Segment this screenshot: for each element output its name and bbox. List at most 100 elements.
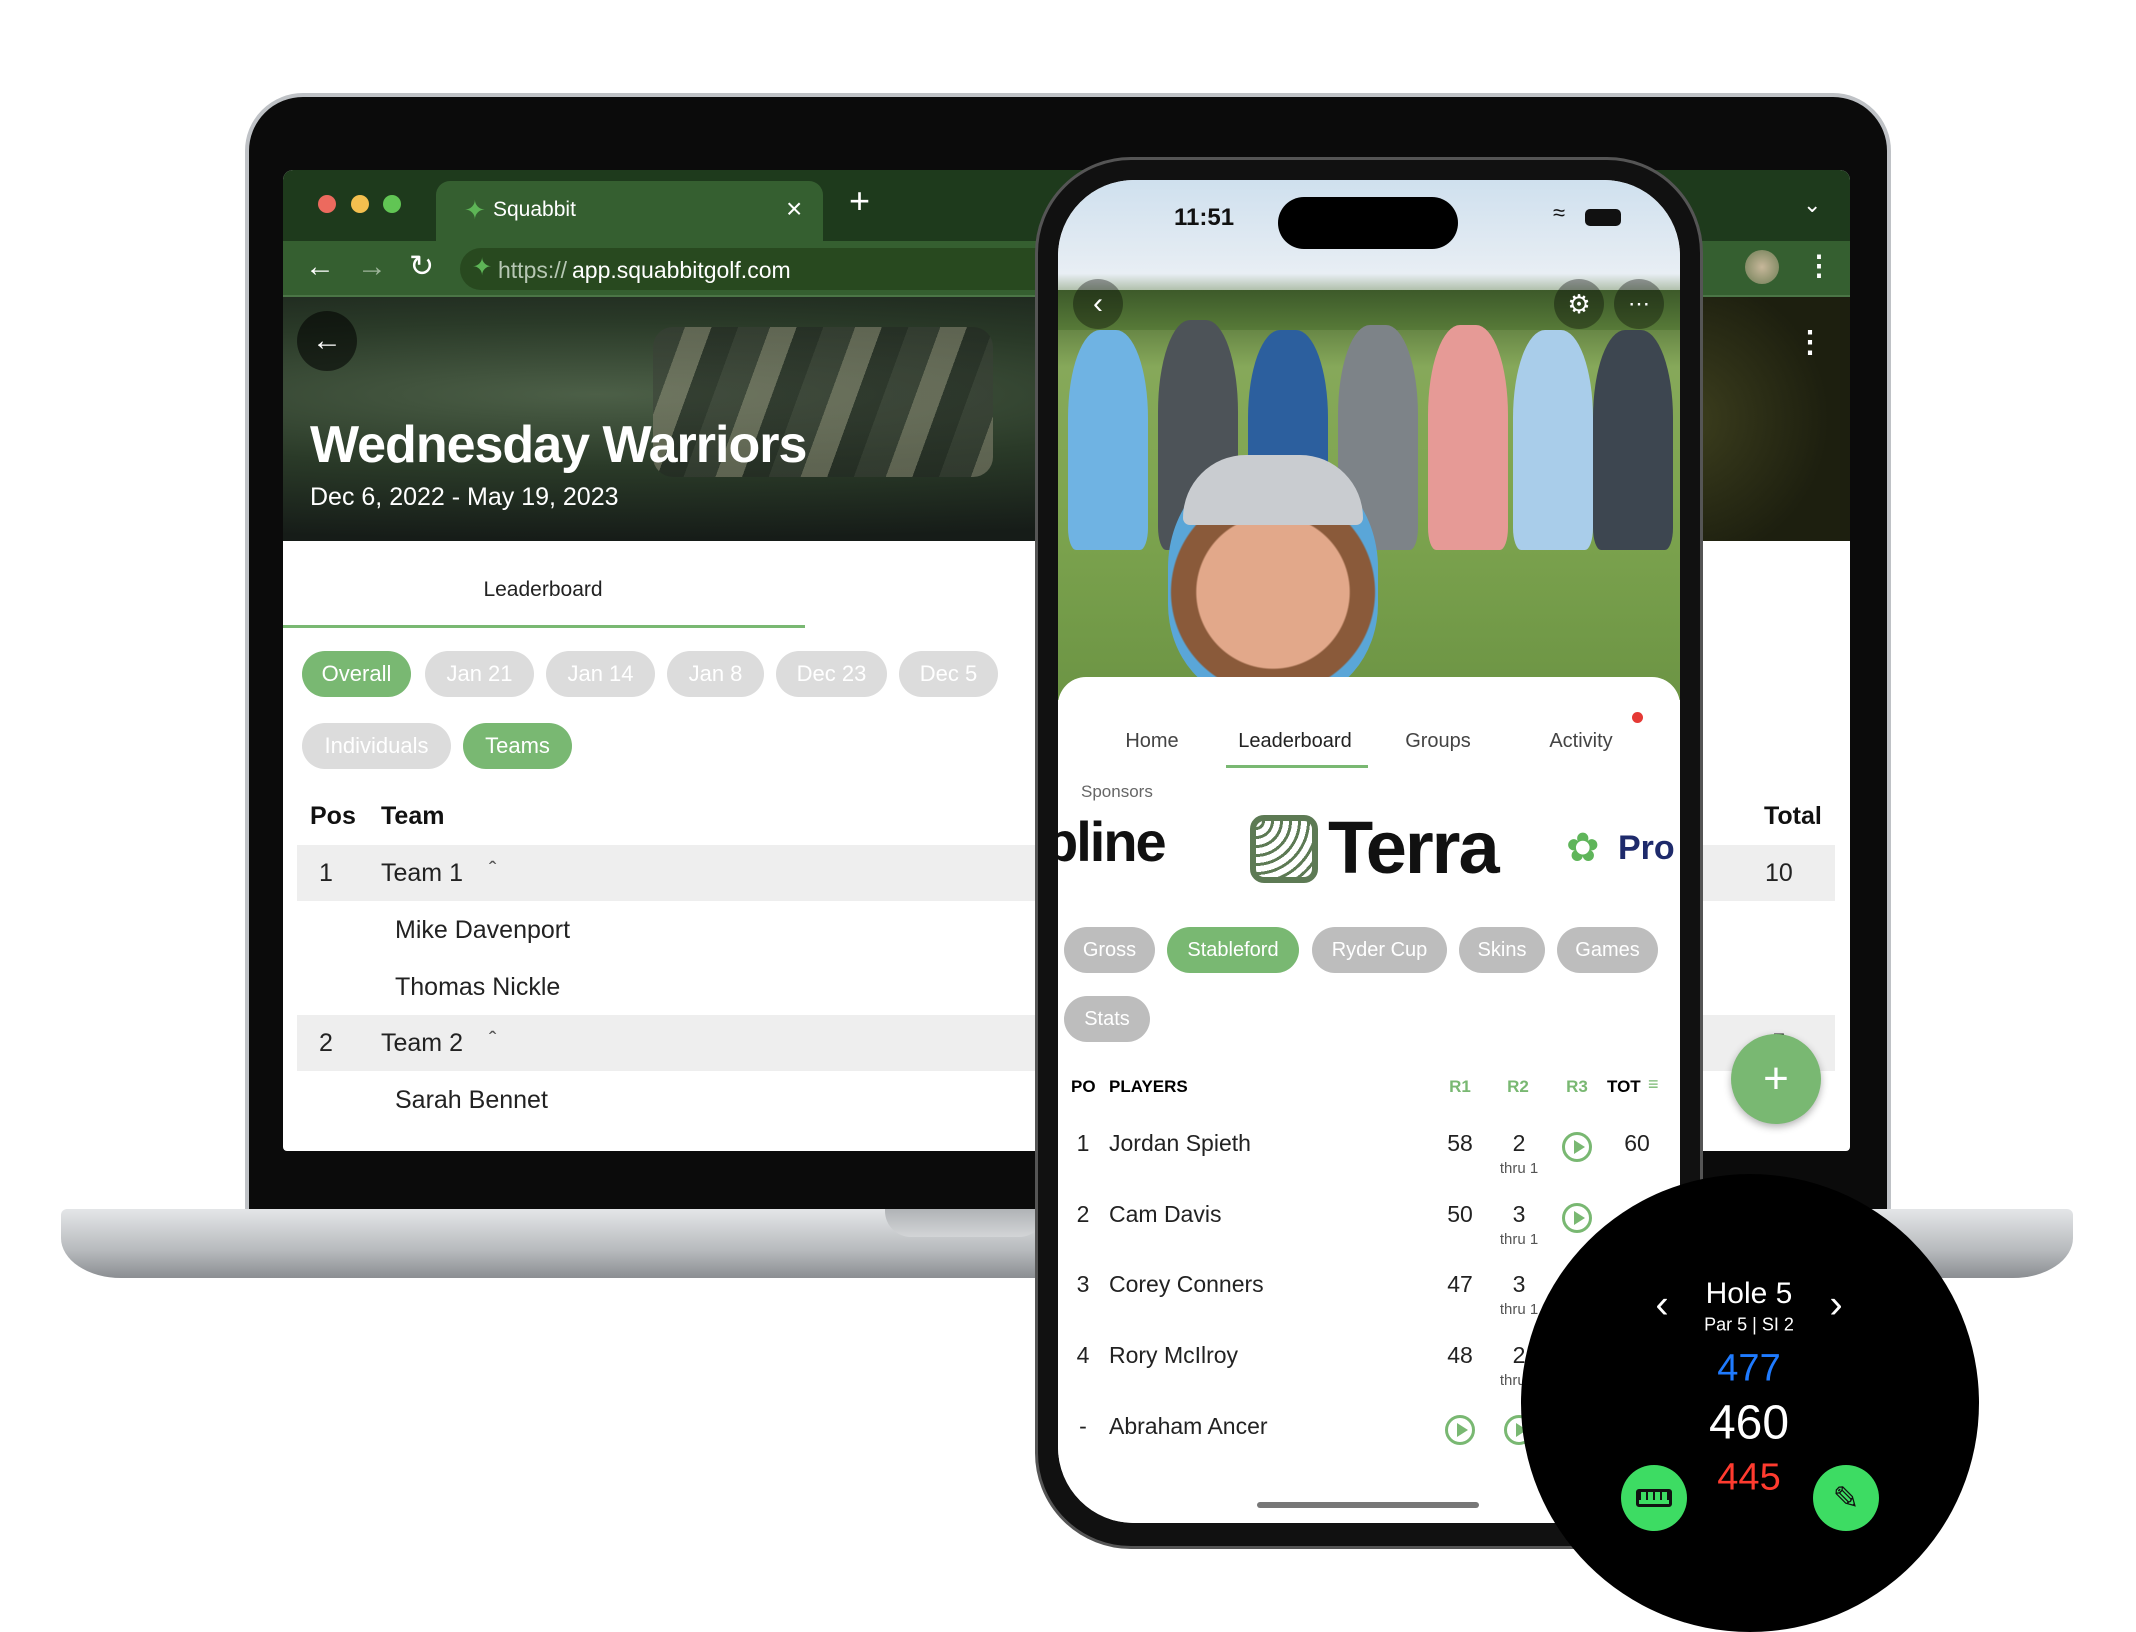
member-name: Mike Davenport [395, 916, 571, 944]
column-r2[interactable]: R2 [1507, 1077, 1529, 1097]
add-fab-button[interactable]: + [1731, 1034, 1821, 1124]
url-host: app.squabbitgolf.com [572, 257, 791, 283]
back-button[interactable]: ← [297, 311, 357, 371]
date-range: Dec 6, 2022 - May 19, 2023 [310, 483, 619, 511]
team-name: Team 1 [381, 859, 463, 887]
player-pos: 4 [1076, 1342, 1090, 1368]
terra-logo-icon [1250, 815, 1318, 883]
browser-tab[interactable]: ✦ Squabbit × [436, 181, 823, 241]
sponsor-logo[interactable]: Terra [1328, 805, 1500, 890]
tab-leaderboard[interactable]: Leaderboard [1238, 730, 1351, 753]
close-window-button[interactable] [318, 195, 336, 213]
round-chip-jan8[interactable]: Jan 8 [667, 651, 764, 697]
tab-groups[interactable]: Groups [1405, 730, 1471, 753]
round-chip-dec5[interactable]: Dec 5 [899, 651, 998, 697]
ruler-icon [1636, 1489, 1672, 1507]
laptop-notch [885, 1209, 1045, 1237]
player-pos: - [1079, 1413, 1087, 1439]
status-time: 11:51 [1174, 204, 1235, 231]
round-chip-overall[interactable]: Overall [302, 651, 411, 697]
format-chip-stats[interactable]: Stats [1064, 996, 1150, 1042]
reload-icon[interactable]: ↻ [409, 249, 434, 284]
column-r3[interactable]: R3 [1566, 1077, 1588, 1097]
player-row[interactable]: 1 Jordan Spieth 58 2 thru 1 60 [1058, 1130, 1680, 1190]
browser-menu-icon[interactable]: ⋮ [1805, 249, 1833, 282]
mode-chip-teams[interactable]: Teams [463, 723, 572, 769]
tab-leaderboard[interactable]: Leaderboard [483, 578, 602, 602]
team-total: 10 [1765, 859, 1793, 887]
wifi-icon: ≈ [1553, 200, 1566, 225]
back-icon[interactable]: ← [305, 250, 335, 284]
column-pos: Pos [310, 802, 356, 830]
score-r2-progress: thru 1 [1499, 1301, 1539, 1318]
round-chip-dec23[interactable]: Dec 23 [776, 651, 887, 697]
player-pos: 2 [1076, 1201, 1090, 1227]
dynamic-island [1278, 197, 1458, 249]
maximize-window-button[interactable] [383, 195, 401, 213]
previous-hole-icon[interactable]: ‹ [1655, 1283, 1668, 1328]
play-icon[interactable] [1562, 1203, 1592, 1233]
settings-gear-icon[interactable]: ⚙ [1554, 279, 1604, 329]
more-options-icon[interactable]: ⋯ [1614, 279, 1664, 329]
players-table-header: PO PLAYERS R1 R2 R3 TOT ≡ [1058, 1074, 1680, 1107]
middle-distance: 460 [1708, 1396, 1790, 1450]
sponsor-logo[interactable]: Pro [1618, 829, 1675, 868]
score-r1: 50 [1447, 1201, 1473, 1227]
score-r2: 3 [1512, 1201, 1526, 1227]
round-chip-jan21[interactable]: Jan 21 [425, 651, 534, 697]
group-photo: 11:51 ≈ ‹ ⚙ ⋯ [1058, 180, 1680, 700]
more-options-icon[interactable]: ⋮ [1795, 325, 1825, 360]
column-total: Total [1764, 802, 1822, 830]
round-chip-jan14[interactable]: Jan 14 [546, 651, 655, 697]
column-r1[interactable]: R1 [1449, 1077, 1471, 1097]
new-tab-button[interactable]: + [849, 180, 870, 222]
column-tot[interactable]: TOT [1607, 1077, 1641, 1097]
team-pos: 1 [319, 859, 333, 887]
mode-chip-individuals[interactable]: Individuals [302, 723, 451, 769]
player-pos: 1 [1076, 1130, 1090, 1156]
site-logo-icon: ✦ [472, 254, 493, 281]
member-name: Sarah Bennet [395, 1086, 548, 1114]
score-total: 60 [1624, 1130, 1650, 1156]
column-po: PO [1071, 1077, 1096, 1096]
tab-activity[interactable]: Activity [1549, 730, 1612, 753]
edit-score-button[interactable]: ✎ [1813, 1465, 1879, 1531]
front-distance: 445 [1717, 1456, 1781, 1499]
tab-list-chevron-icon[interactable]: ⌄ [1803, 192, 1821, 218]
minimize-window-button[interactable] [351, 195, 369, 213]
play-icon[interactable] [1562, 1132, 1592, 1162]
format-chip-skins[interactable]: Skins [1459, 927, 1545, 973]
back-button[interactable]: ‹ [1073, 279, 1123, 329]
close-tab-icon[interactable]: × [786, 193, 802, 225]
score-r1: 48 [1447, 1342, 1473, 1368]
score-r2-progress: thru 1 [1499, 1231, 1539, 1248]
sponsor-logo[interactable]: pline [1058, 809, 1167, 874]
pencil-icon: ✎ [1832, 1480, 1860, 1516]
tab-home[interactable]: Home [1125, 730, 1178, 753]
home-indicator [1257, 1502, 1479, 1508]
url-scheme: https:// [498, 257, 568, 283]
column-team: Team [381, 802, 445, 830]
next-hole-icon[interactable]: › [1829, 1283, 1842, 1328]
forward-icon[interactable]: → [357, 250, 387, 284]
tab-underline [283, 625, 805, 628]
team-name: Team 2 [381, 1029, 463, 1057]
leaf-logo-icon: ✿ [1566, 826, 1600, 870]
sort-filter-icon[interactable]: ≡ [1648, 1074, 1659, 1095]
score-r2-progress: thru 1 [1499, 1160, 1539, 1177]
measure-button[interactable] [1621, 1465, 1687, 1531]
play-icon[interactable] [1445, 1415, 1475, 1445]
format-chip-games[interactable]: Games [1557, 927, 1658, 973]
collapse-chevron-icon[interactable]: ˆ [489, 857, 496, 883]
score-r2: 3 [1512, 1271, 1526, 1297]
format-chip-stableford[interactable]: Stableford [1167, 927, 1299, 973]
page-title: Wednesday Warriors [310, 416, 807, 474]
collapse-chevron-icon[interactable]: ˆ [489, 1027, 496, 1053]
player-name: Corey Conners [1109, 1271, 1264, 1297]
format-chip-gross[interactable]: Gross [1064, 927, 1155, 973]
player-name: Abraham Ancer [1109, 1413, 1268, 1439]
squirrel-logo-icon: ✦ [464, 195, 486, 225]
score-r1: 58 [1447, 1130, 1473, 1156]
profile-avatar[interactable] [1745, 250, 1779, 284]
format-chip-ryder-cup[interactable]: Ryder Cup [1312, 927, 1447, 973]
